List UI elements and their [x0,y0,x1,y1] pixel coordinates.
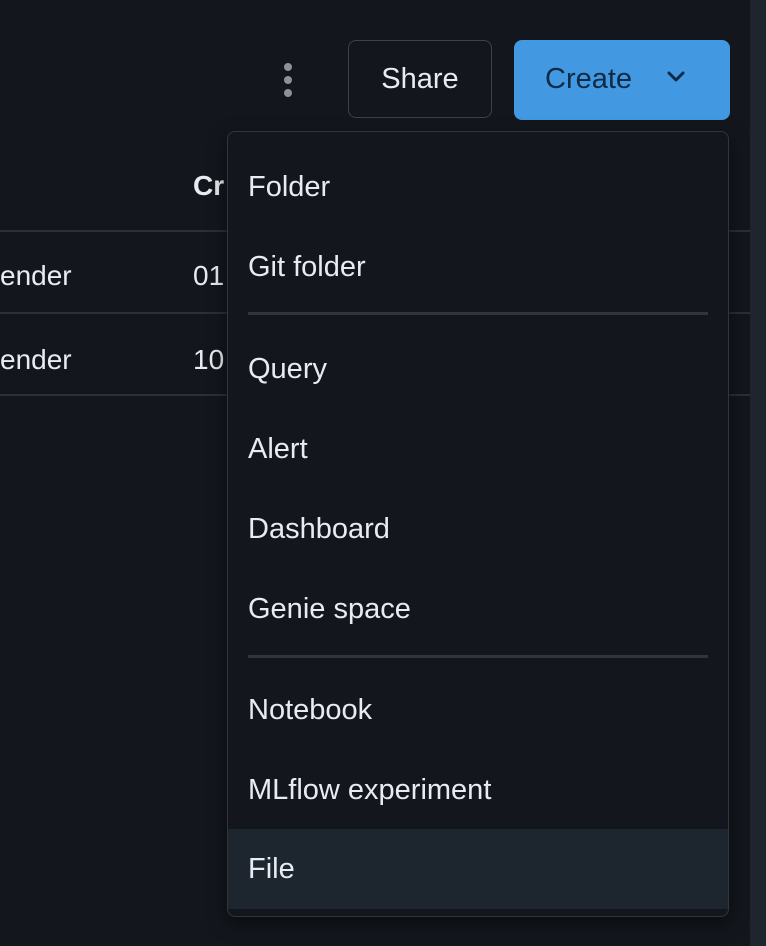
menu-item-label: Alert [248,432,308,465]
kebab-vertical-icon [284,63,292,71]
table-cell-created: 01 [193,260,225,291]
menu-divider [248,312,708,315]
menu-item-query[interactable]: Query [228,329,728,409]
share-button-label: Share [381,62,459,95]
create-button-label: Create [545,63,633,95]
create-button[interactable]: Create [514,40,730,120]
share-button[interactable]: Share [348,40,492,118]
menu-item-label: Genie space [248,592,411,625]
menu-item-label: Git folder [248,250,366,283]
menu-item-genie-space[interactable]: Genie space [228,569,728,649]
menu-item-dashboard[interactable]: Dashboard [228,489,728,569]
table-cell-created: 10 [193,344,225,375]
menu-item-alert[interactable]: Alert [228,409,728,489]
menu-item-label: Notebook [248,693,373,726]
chevron-down-icon [667,71,685,82]
more-options-button[interactable] [268,55,308,105]
menu-item-folder[interactable]: Folder [228,147,728,227]
menu-item-label: Dashboard [248,512,390,545]
menu-item-mlflow-experiment[interactable]: MLflow experiment [228,750,728,830]
create-dropdown-menu: Folder Git folder Query Alert Dashboard … [227,131,729,917]
menu-item-file[interactable]: File [228,829,728,909]
table-cell-owner: ender [0,344,72,375]
menu-divider [248,655,708,658]
column-header-created[interactable]: Cr [193,170,224,202]
menu-item-git-folder[interactable]: Git folder [228,227,728,307]
menu-item-label: MLflow experiment [248,773,492,806]
scrollbar-track[interactable] [750,0,766,946]
workspace-main-area: Share Create Cr ender 01 ender 10 Folder… [0,0,750,946]
menu-item-label: Query [248,352,327,385]
menu-item-notebook[interactable]: Notebook [228,670,728,750]
table-cell-owner: ender [0,260,72,291]
menu-item-label: Folder [248,170,331,203]
menu-item-label: File [248,852,295,885]
